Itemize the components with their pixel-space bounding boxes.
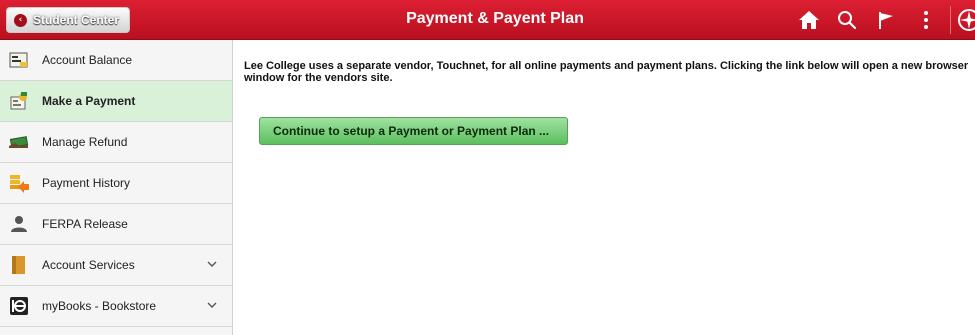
- sidebar-item-label: Manage Refund: [42, 135, 128, 149]
- page-title: Payment & Payent Plan: [406, 10, 584, 27]
- make-payment-icon: [8, 90, 30, 112]
- sidebar-item-payment-history[interactable]: Payment History: [0, 163, 232, 204]
- header-banner: ‹ Student Center Payment & Payent Plan: [0, 0, 975, 40]
- search-icon[interactable]: [834, 9, 860, 31]
- chevron-left-icon: ‹: [14, 13, 27, 27]
- payment-info-text: Lee College uses a separate vendor, Touc…: [244, 60, 969, 84]
- home-icon[interactable]: [796, 9, 822, 31]
- sidebar-item-make-payment[interactable]: Make a Payment: [0, 81, 232, 122]
- continue-setup-payment-button[interactable]: Continue to setup a Payment or Payment P…: [259, 117, 568, 145]
- back-button-label: Student Center: [33, 13, 120, 27]
- chevron-down-icon[interactable]: [206, 258, 218, 270]
- sidebar-item-label: Account Services: [42, 258, 135, 272]
- account-balance-icon: [8, 49, 30, 71]
- bookstore-icon: [8, 295, 30, 317]
- header-divider: [950, 6, 951, 34]
- sidebar-item-label: Payment History: [42, 176, 131, 190]
- folder-icon: [8, 254, 30, 276]
- sidebar-item-mybooks-bookstore[interactable]: myBooks - Bookstore: [0, 286, 232, 327]
- sidebar-item-label: Make a Payment: [42, 94, 136, 108]
- payment-history-icon: [8, 172, 30, 194]
- navbar-compass-icon[interactable]: [957, 8, 975, 32]
- sidebar-item-label: Account Balance: [42, 53, 133, 67]
- sidebar-item-label: FERPA Release: [42, 217, 128, 231]
- sidebar: Account Balance Make a Payment Manage Re…: [0, 40, 233, 335]
- refund-icon: [8, 131, 30, 153]
- chevron-down-icon[interactable]: [206, 299, 218, 311]
- sidebar-item-manage-refund[interactable]: Manage Refund: [0, 122, 232, 163]
- sidebar-item-ferpa-release[interactable]: FERPA Release: [0, 204, 232, 245]
- more-vertical-icon[interactable]: [918, 9, 934, 31]
- student-center-back-button[interactable]: ‹ Student Center: [6, 7, 130, 33]
- person-icon: [8, 213, 30, 235]
- sidebar-item-account-balance[interactable]: Account Balance: [0, 40, 232, 81]
- sidebar-item-account-services[interactable]: Account Services: [0, 245, 232, 286]
- flag-icon[interactable]: [874, 9, 898, 31]
- sidebar-item-label: myBooks - Bookstore: [42, 299, 157, 313]
- main-content: Lee College uses a separate vendor, Touc…: [234, 40, 975, 335]
